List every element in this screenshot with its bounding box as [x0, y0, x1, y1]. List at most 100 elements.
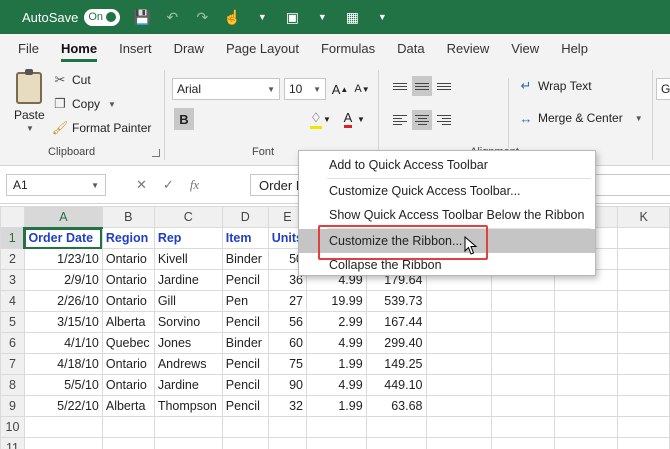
copy-dropdown-icon[interactable]: ▼: [108, 100, 116, 109]
cell[interactable]: [153, 416, 223, 438]
cell[interactable]: [617, 248, 670, 270]
column-header[interactable]: B: [101, 206, 155, 228]
cell[interactable]: [554, 437, 619, 449]
autosave-toggle[interactable]: On: [84, 8, 121, 26]
column-header[interactable]: K: [617, 206, 670, 228]
cell[interactable]: 1/23/10: [23, 248, 103, 270]
cell[interactable]: Binder: [221, 248, 269, 270]
cell[interactable]: 5/22/10: [23, 395, 103, 417]
cell[interactable]: 149.25: [365, 353, 427, 375]
merge-center-button[interactable]: ↔ Merge & Center ▼: [518, 110, 643, 126]
row-header[interactable]: 3: [0, 269, 25, 291]
cell[interactable]: 449.10: [365, 374, 427, 396]
cell[interactable]: 19.99: [306, 290, 367, 312]
paste-dropdown-icon[interactable]: ▼: [26, 124, 34, 133]
column-header[interactable]: A: [23, 206, 103, 229]
cell[interactable]: 4/1/10: [23, 332, 103, 354]
menu-item-show-qat-below[interactable]: Show Quick Access Toolbar Below the Ribb…: [299, 203, 595, 228]
cell[interactable]: Pencil: [221, 395, 269, 417]
insert-function-button[interactable]: fx: [190, 177, 199, 193]
cell[interactable]: [23, 416, 103, 438]
cell[interactable]: [490, 437, 556, 449]
customize-qat-icon[interactable]: ▼: [374, 9, 390, 25]
cell[interactable]: [306, 416, 367, 438]
cell[interactable]: [490, 416, 556, 438]
font-color-button[interactable]: A: [338, 108, 358, 130]
cell[interactable]: [490, 395, 556, 417]
cell[interactable]: 2.99: [306, 311, 367, 333]
cell[interactable]: Pencil: [221, 269, 269, 291]
cell[interactable]: Thompson: [153, 395, 223, 417]
align-center-button[interactable]: [412, 110, 432, 130]
cell[interactable]: [101, 416, 155, 438]
cell[interactable]: Jardine: [153, 269, 223, 291]
cell[interactable]: Ontario: [101, 248, 155, 270]
cell[interactable]: [617, 416, 670, 438]
cell[interactable]: Jardine: [153, 374, 223, 396]
cell[interactable]: 2/26/10: [23, 290, 103, 312]
cell[interactable]: 75: [267, 353, 308, 375]
undo-icon[interactable]: ↶: [164, 9, 180, 25]
cell[interactable]: Pencil: [221, 374, 269, 396]
tab-data[interactable]: Data: [386, 34, 435, 64]
cell[interactable]: [490, 290, 556, 312]
cell[interactable]: [153, 437, 223, 449]
touch-mode-icon[interactable]: ☝: [224, 9, 241, 25]
cell[interactable]: [365, 416, 427, 438]
copy-button[interactable]: ❐ Copy ▼: [52, 96, 116, 112]
middle-align-button[interactable]: [412, 76, 432, 96]
cell[interactable]: Pencil: [221, 353, 269, 375]
row-header[interactable]: 8: [0, 374, 25, 396]
tab-review[interactable]: Review: [436, 34, 501, 64]
row-header[interactable]: 11: [0, 437, 25, 449]
tab-formulas[interactable]: Formulas: [310, 34, 386, 64]
bottom-align-button[interactable]: [434, 76, 454, 96]
cell[interactable]: Alberta: [101, 395, 155, 417]
cell[interactable]: [554, 290, 619, 312]
cell[interactable]: [23, 437, 103, 449]
cell[interactable]: 90: [267, 374, 308, 396]
cell[interactable]: [425, 353, 492, 375]
enter-icon[interactable]: ✓: [163, 177, 174, 193]
cell[interactable]: Pen: [221, 290, 269, 312]
cell[interactable]: 4.99: [306, 332, 367, 354]
cell[interactable]: [425, 437, 492, 449]
font-size-select[interactable]: 10 ▼: [284, 78, 326, 100]
menu-item-add-to-qat[interactable]: Add to Quick Access Toolbar: [299, 153, 595, 178]
row-header[interactable]: 9: [0, 395, 25, 417]
cell[interactable]: [425, 290, 492, 312]
cell[interactable]: [306, 437, 367, 449]
cell[interactable]: Andrews: [153, 353, 223, 375]
cell[interactable]: Item: [221, 227, 269, 249]
font-name-select[interactable]: Arial ▼: [172, 78, 280, 100]
cell[interactable]: 60: [267, 332, 308, 354]
calculator-icon[interactable]: ▦: [344, 9, 360, 25]
cell[interactable]: [101, 437, 155, 449]
cell[interactable]: [267, 416, 308, 438]
cell[interactable]: Order Date: [23, 227, 103, 249]
tab-insert[interactable]: Insert: [108, 34, 163, 64]
cell[interactable]: Sorvino: [153, 311, 223, 333]
tab-home[interactable]: Home: [50, 34, 108, 64]
clipboard-launcher-icon[interactable]: [152, 149, 160, 157]
tab-file[interactable]: File: [0, 34, 50, 64]
cell[interactable]: [554, 416, 619, 438]
cell[interactable]: [221, 416, 269, 438]
cell[interactable]: 299.40: [365, 332, 427, 354]
cell[interactable]: [617, 269, 670, 291]
cell[interactable]: [425, 374, 492, 396]
qat-dropdown-icon[interactable]: ▼: [254, 9, 270, 25]
menu-item-customize-qat[interactable]: Customize Quick Access Toolbar...: [299, 179, 595, 204]
fill-color-dropdown-icon[interactable]: ▼: [322, 108, 332, 130]
row-header[interactable]: 2: [0, 248, 25, 270]
cell[interactable]: [425, 332, 492, 354]
qat-dropdown-icon-2[interactable]: ▼: [314, 9, 330, 25]
row-header[interactable]: 10: [0, 416, 25, 438]
cell[interactable]: 1.99: [306, 395, 367, 417]
cell[interactable]: Alberta: [101, 311, 155, 333]
cell[interactable]: [617, 437, 670, 449]
org-chart-icon[interactable]: ▣: [284, 9, 300, 25]
cell[interactable]: 167.44: [365, 311, 427, 333]
cell[interactable]: [490, 353, 556, 375]
cell[interactable]: [425, 395, 492, 417]
